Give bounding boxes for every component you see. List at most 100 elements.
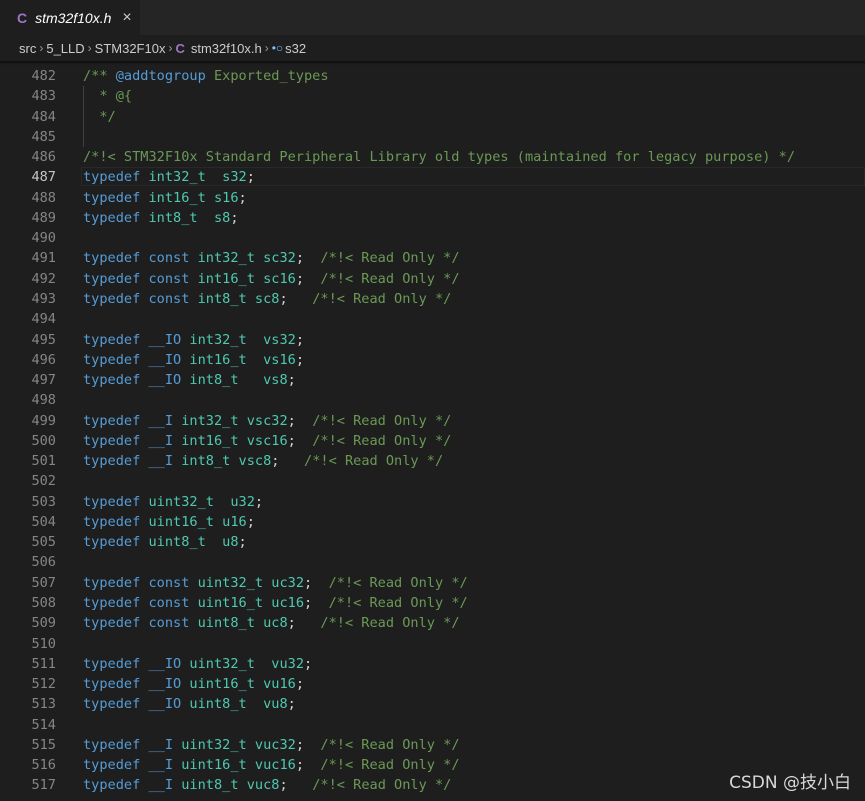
code-line[interactable]: 486 /*!< STM32F10x Standard Peripheral Li…: [0, 147, 865, 167]
code-line[interactable]: 504 typedef uint16_t u16;: [0, 512, 865, 532]
token-punctuation: [173, 777, 181, 793]
token-punctuation: ;: [246, 513, 255, 530]
token-type-name: int32_t: [181, 412, 239, 429]
line-number: 497: [31, 372, 56, 389]
code-text: typedef __I int16_t vsc16; /*!< Read Onl…: [83, 431, 451, 451]
token-keyword: typedef: [83, 290, 141, 307]
token-punctuation: ;: [287, 412, 313, 429]
code-line[interactable]: 490: [0, 228, 865, 248]
line-number: 489: [31, 209, 56, 226]
token-punctuation: ;: [238, 189, 247, 206]
code-line[interactable]: 489 typedef int8_t s8;: [0, 208, 865, 228]
breadcrumb-item-src[interactable]: src: [19, 41, 36, 56]
token-punctuation: ;: [271, 453, 305, 470]
code-line[interactable]: 487 typedef int32_t s32;: [0, 167, 865, 187]
token-type-name: sc8: [254, 290, 280, 307]
token-keyword: __I: [148, 736, 174, 753]
token-keyword: __I: [148, 412, 174, 429]
token-punctuation: [247, 332, 263, 348]
token-type-name: uint8_t: [148, 534, 206, 551]
code-line[interactable]: 499 typedef __I int32_t vsc32; /*!< Read …: [0, 411, 865, 431]
code-line[interactable]: 484 */: [0, 107, 865, 127]
code-line[interactable]: 492 typedef const int16_t sc16; /*!< Read…: [0, 269, 865, 289]
breadcrumb-item-stm32f10x[interactable]: STM32F10x: [95, 41, 166, 56]
token-punctuation: [255, 676, 263, 692]
token-keyword: typedef: [83, 615, 141, 632]
token-punctuation: ;: [304, 655, 313, 672]
token-comment: Exported_types: [205, 68, 329, 84]
code-line[interactable]: 503 typedef uint32_t u32;: [0, 492, 865, 512]
code-line[interactable]: 510: [0, 634, 865, 654]
code-line[interactable]: 515 typedef __I uint32_t vuc32; /*!< Read…: [0, 735, 865, 755]
token-type-name: uint16_t: [189, 676, 255, 693]
token-comment: /*!< Read Only */: [312, 777, 452, 794]
code-line[interactable]: 509 typedef const uint8_t uc8; /*!< Read …: [0, 613, 865, 633]
watermark: CSDN @技小白: [729, 773, 851, 793]
token-type-name: vu32: [271, 655, 305, 672]
breadcrumb-item-file[interactable]: stm32f10x.h: [191, 41, 262, 56]
token-punctuation: ;: [287, 696, 296, 713]
code-text: typedef uint16_t u16;: [83, 512, 255, 532]
code-line[interactable]: 488 typedef int16_t s16;: [0, 188, 865, 208]
code-line[interactable]: 513 typedef __IO uint8_t vu8;: [0, 694, 865, 714]
breadcrumb-item-5-lld[interactable]: 5_LLD: [46, 41, 84, 56]
token-punctuation: ;: [295, 676, 305, 693]
token-punctuation: [214, 494, 230, 510]
code-line[interactable]: 506: [0, 552, 865, 572]
token-punctuation: ;: [279, 290, 313, 307]
code-line[interactable]: 511 typedef __IO uint32_t vu32;: [0, 654, 865, 674]
code-line[interactable]: 495 typedef __IO int32_t vs32;: [0, 330, 865, 350]
code-line[interactable]: 508 typedef const uint16_t uc16; /*!< Rea…: [0, 593, 865, 613]
token-punctuation: ;: [238, 534, 247, 551]
line-number: 483: [31, 88, 56, 105]
token-keyword: typedef: [83, 534, 141, 551]
line-number: 499: [31, 412, 56, 429]
code-line[interactable]: 501 typedef __I int8_t vsc8; /*!< Read On…: [0, 451, 865, 471]
token-punctuation: [239, 413, 247, 429]
breadcrumb-item-symbol[interactable]: s32: [285, 41, 306, 56]
token-type-name: uint8_t: [197, 615, 255, 632]
code-line[interactable]: 507 typedef const uint32_t uc32; /*!< Rea…: [0, 573, 865, 593]
code-text: typedef const int16_t sc16; /*!< Read On…: [83, 269, 460, 289]
token-type-name: vs16: [263, 351, 296, 368]
code-line[interactable]: 482 /** @addtogroup Exported_types: [0, 66, 865, 86]
token-type-name: vuc16: [254, 757, 296, 774]
token-punctuation: ;: [246, 169, 255, 186]
code-line[interactable]: 496 typedef __IO int16_t vs16;: [0, 350, 865, 370]
line-number: 486: [31, 149, 56, 166]
code-line[interactable]: 514: [0, 715, 865, 735]
code-line[interactable]: 493 typedef const int8_t sc8; /*!< Read O…: [0, 289, 865, 309]
line-number: 484: [31, 108, 56, 125]
tab-title[interactable]: stm32f10x.h: [35, 10, 111, 26]
code-line[interactable]: 505 typedef uint8_t u8;: [0, 532, 865, 552]
token-keyword: typedef: [83, 676, 141, 693]
token-comment: /**: [83, 68, 116, 84]
code-text: * @{: [83, 86, 132, 106]
token-type-name: sc16: [263, 270, 296, 287]
chevron-right-icon: ›: [264, 41, 269, 55]
code-line[interactable]: 491 typedef const int32_t sc32; /*!< Read…: [0, 248, 865, 268]
token-type-name: uint16_t: [181, 757, 247, 774]
token-comment: /*!< Read Only */: [328, 574, 468, 591]
token-keyword: typedef: [83, 757, 141, 774]
token-punctuation: ;: [279, 777, 313, 794]
line-number: 505: [31, 534, 56, 551]
editor-tab[interactable]: C stm32f10x.h ×: [0, 0, 140, 35]
close-tab-icon[interactable]: ×: [122, 9, 131, 27]
token-punctuation: ;: [287, 432, 313, 449]
code-line[interactable]: 483 * @{: [0, 86, 865, 106]
token-keyword: const: [148, 615, 190, 632]
code-text: typedef const uint32_t uc32; /*!< Read O…: [83, 573, 468, 593]
code-line[interactable]: 502: [0, 471, 865, 491]
code-line[interactable]: 494: [0, 309, 865, 329]
code-text: typedef const int32_t sc32; /*!< Read On…: [83, 248, 460, 268]
code-line[interactable]: 500 typedef __I int16_t vsc16; /*!< Read …: [0, 431, 865, 451]
code-line[interactable]: 498: [0, 390, 865, 410]
code-text: typedef __I int32_t vsc32; /*!< Read Onl…: [83, 411, 451, 431]
code-line[interactable]: 485: [0, 127, 865, 147]
code-text: typedef __IO uint16_t vu16;: [83, 674, 304, 694]
token-punctuation: [214, 514, 222, 530]
code-line[interactable]: 512 typedef __IO uint16_t vu16;: [0, 674, 865, 694]
code-line[interactable]: 497 typedef __IO int8_t vs8;: [0, 370, 865, 390]
code-editor[interactable]: 482/** @addtogroup Exported_types 483 * @…: [0, 66, 865, 801]
